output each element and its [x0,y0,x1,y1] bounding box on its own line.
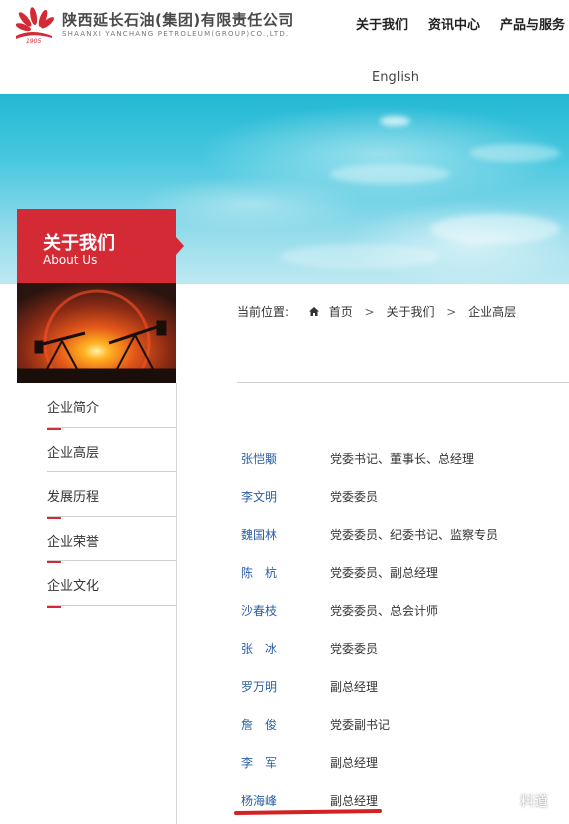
list-item: 魏国林 党委委员、纪委书记、监察专员 [241,526,561,564]
language-switch[interactable]: English [372,70,419,85]
list-item: 李 军 副总经理 [241,754,561,792]
sidebar-divider [176,383,177,824]
sidebar-item-label: 企业文化 [47,579,100,594]
nav-news-center[interactable]: 资讯中心 [428,14,480,33]
breadcrumb-prefix: 当前位置: [237,305,290,319]
oil-pump-sunset-image [17,283,176,383]
leader-title: 党委副书记 [330,718,391,732]
list-item: 张恺颙 党委书记、董事长、总经理 [241,450,561,488]
leader-title: 副总经理 [330,794,379,808]
list-item: 罗万明 副总经理 [241,678,561,716]
company-logo[interactable]: 1905 [12,6,58,44]
sidebar-menu: 企业简介 企业高层 发展历程 企业荣誉 企业文化 [47,383,176,608]
leader-name[interactable]: 李文明 [241,488,277,505]
watermark: 料道 [500,791,548,811]
sidebar-item-label: 发展历程 [47,490,100,505]
leader-name[interactable]: 陈 杭 [241,564,277,581]
leader-title: 党委书记、董事长、总经理 [330,452,475,466]
home-icon [308,307,319,316]
leader-title: 党委委员 [330,642,379,656]
sidebar-item-history[interactable]: 发展历程 [47,472,176,519]
brand-name-en: SHAANXI YANCHANG PETROLEUM(GROUP)CO.,LTD… [62,30,290,38]
breadcrumb: 当前位置: 首页 > 关于我们 > 企业高层 [237,303,516,320]
brand-name-cn: 陕西延长石油(集团)有限责任公司 [62,11,294,29]
leader-title: 副总经理 [330,756,379,770]
content-divider [237,382,569,383]
leader-name[interactable]: 张 冰 [241,640,277,657]
breadcrumb-about[interactable]: 关于我们 [386,303,434,320]
leader-name[interactable]: 张恺颙 [241,450,277,467]
breadcrumb-separator: > [446,305,457,319]
breadcrumb-home[interactable]: 首页 [329,303,353,320]
nav-products-services[interactable]: 产品与服务 [500,14,565,33]
sidebar-item-honors[interactable]: 企业荣誉 [47,517,176,563]
breadcrumb-separator: > [364,305,375,319]
leader-name[interactable]: 李 军 [241,754,277,771]
sidebar-item-executives[interactable]: 企业高层 [47,428,176,472]
nav-about-us[interactable]: 关于我们 [356,14,408,33]
list-item: 张 冰 党委委员 [241,640,561,678]
sidebar-item-marker [47,605,61,608]
leader-name[interactable]: 魏国林 [241,526,277,543]
leader-title: 党委委员 [330,490,379,504]
wechat-icon [500,795,516,807]
sidebar-item-company-profile[interactable]: 企业简介 [47,383,176,430]
sidebar-item-label: 企业高层 [47,445,100,461]
list-item: 陈 杭 党委委员、副总经理 [241,564,561,602]
svg-text:1905: 1905 [26,38,41,44]
leader-list: 张恺颙 党委书记、董事长、总经理 李文明 党委委员 魏国林 党委委员、纪委书记、… [241,450,561,824]
leader-title: 党委委员、纪委书记、监察专员 [330,528,499,542]
list-item: 沙春枝 党委委员、总会计师 [241,602,561,640]
about-us-tab: 关于我们 About Us [17,209,184,283]
leader-name[interactable]: 詹 俊 [241,716,277,733]
leader-title: 副总经理 [330,680,379,694]
sidebar-item-label: 企业荣誉 [47,534,100,550]
leader-name[interactable]: 杨海峰 [241,792,277,809]
leader-title: 党委委员、总会计师 [330,604,439,618]
list-item: 李文明 党委委员 [241,488,561,526]
about-title-cn: 关于我们 [43,233,115,254]
watermark-text: 料道 [520,794,548,810]
sidebar-item-label: 企业简介 [47,401,100,416]
about-title-en: About Us [43,253,98,267]
leader-name[interactable]: 沙春枝 [241,602,277,619]
site-header: 1905 陕西延长石油(集团)有限责任公司 SHAANXI YANCHANG P… [0,0,569,94]
list-item: 詹 俊 党委副书记 [241,716,561,754]
leader-name[interactable]: 罗万明 [241,678,277,695]
sidebar-item-culture[interactable]: 企业文化 [47,561,176,608]
leader-title: 党委委员、副总经理 [330,566,439,580]
breadcrumb-current: 企业高层 [468,305,517,319]
